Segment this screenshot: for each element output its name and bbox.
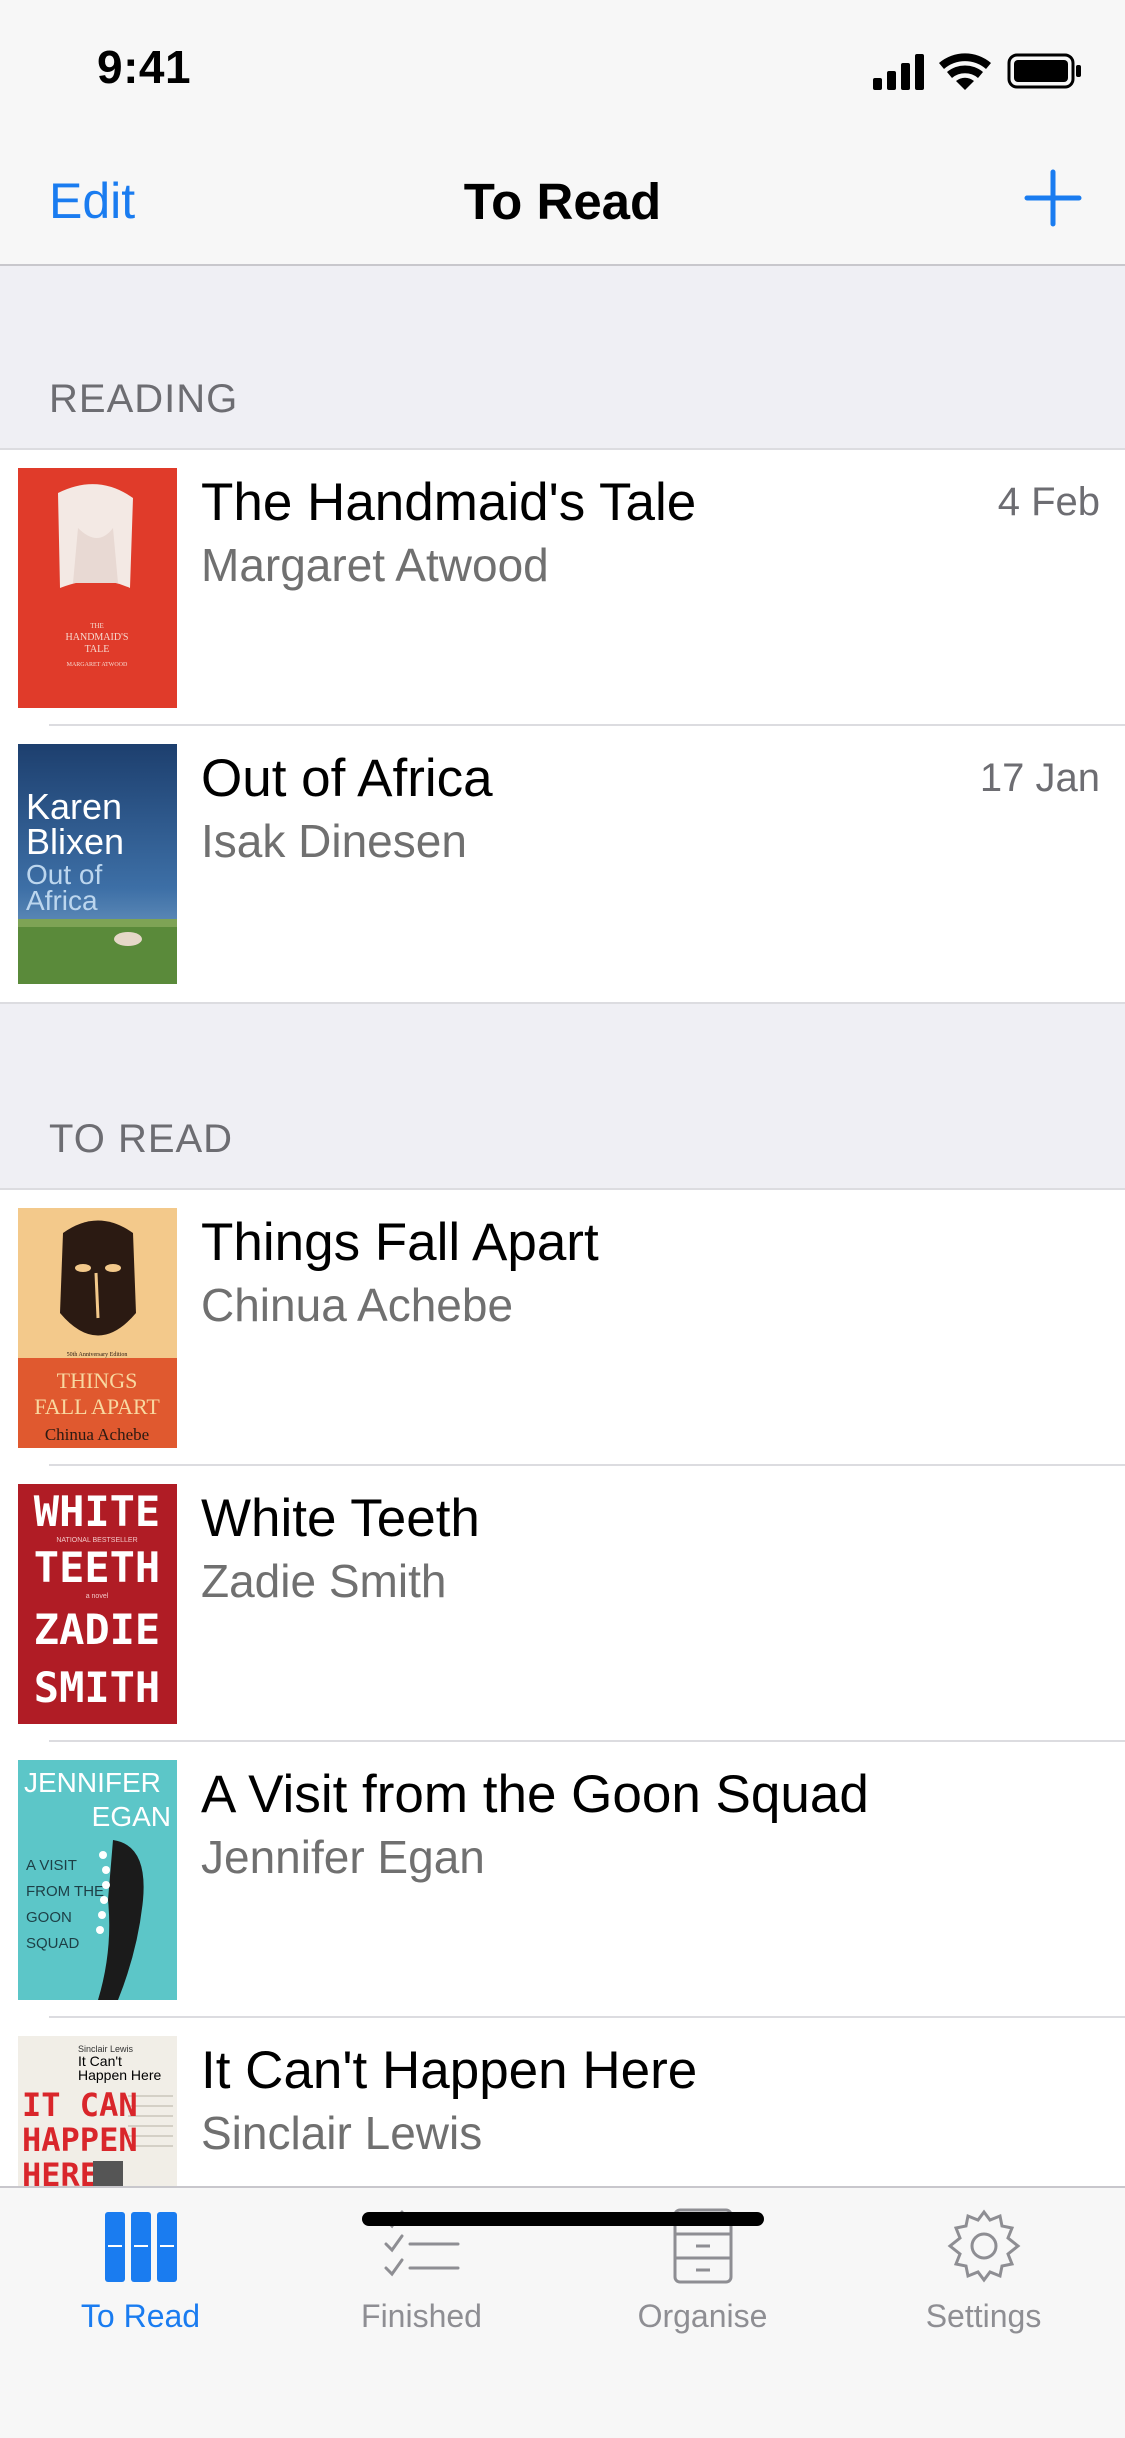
svg-text:ZADIE: ZADIE xyxy=(34,1605,160,1654)
svg-text:FALL APART: FALL APART xyxy=(34,1394,160,1419)
book-title: Things Fall Apart xyxy=(201,1213,599,1272)
svg-text:JENNIFER: JENNIFER xyxy=(24,1767,161,1798)
svg-text:A VISIT: A VISIT xyxy=(26,1857,77,1874)
svg-text:TEETH: TEETH xyxy=(34,1543,160,1592)
wifi-icon xyxy=(939,53,991,90)
cellular-signal-icon xyxy=(873,54,924,90)
tab-label: To Read xyxy=(80,2298,201,2334)
book-row-out-of-africa[interactable]: Karen Blixen Out of Africa Out of Africa… xyxy=(0,726,1125,1002)
tab-label: Finished xyxy=(361,2298,482,2334)
svg-text:Chinua Achebe: Chinua Achebe xyxy=(45,1425,149,1444)
book-row-it-cant-happen-here[interactable]: Sinclair Lewis It Can't Happen Here IT C… xyxy=(0,2018,1125,2186)
book-date: 17 Jan xyxy=(979,756,1100,800)
tab-settings[interactable]: Settings xyxy=(843,2188,1124,2354)
book-title: It Can't Happen Here xyxy=(201,2041,698,2100)
book-list[interactable]: READING THE HANDMAID'S TALE MARGARET ATW… xyxy=(0,266,1125,2186)
svg-text:FROM THE: FROM THE xyxy=(26,1883,104,1900)
book-title: The Handmaid's Tale xyxy=(201,473,697,532)
plus-icon[interactable] xyxy=(1021,166,1085,230)
home-indicator[interactable] xyxy=(362,2212,764,2226)
book-author: Sinclair Lewis xyxy=(201,2107,483,2159)
svg-text:HANDMAID'S: HANDMAID'S xyxy=(66,632,129,643)
book-row-goon-squad[interactable]: JENNIFER EGAN A VISIT FROM THE GOON SQUA… xyxy=(0,1742,1125,2018)
navigation-bar: Edit To Read xyxy=(0,132,1125,266)
gear-icon xyxy=(947,2209,1020,2283)
book-title: Out of Africa xyxy=(201,749,493,808)
tab-label: Organise xyxy=(637,2298,768,2334)
svg-text:SQUAD: SQUAD xyxy=(26,1935,80,1952)
book-author: Margaret Atwood xyxy=(201,539,549,591)
svg-text:GOON: GOON xyxy=(26,1909,72,1926)
book-cover: JENNIFER EGAN A VISIT FROM THE GOON SQUA… xyxy=(18,1760,177,2000)
svg-text:HERE: HERE xyxy=(22,2156,99,2186)
svg-text:EGAN: EGAN xyxy=(92,1801,171,1832)
svg-text:a novel: a novel xyxy=(86,1593,109,1600)
book-row-handmaids-tale[interactable]: THE HANDMAID'S TALE MARGARET ATWOOD The … xyxy=(0,450,1125,726)
page-title: To Read xyxy=(463,173,662,230)
svg-text:MARGARET ATWOOD: MARGARET ATWOOD xyxy=(67,662,128,668)
svg-text:TALE: TALE xyxy=(85,644,110,655)
book-row-things-fall-apart[interactable]: 50th Anniversary Edition THINGS FALL APA… xyxy=(0,1190,1125,1466)
book-cover: 50th Anniversary Edition THINGS FALL APA… xyxy=(18,1208,177,1448)
section-header-label: TO READ xyxy=(49,1117,234,1161)
tab-label: Settings xyxy=(925,2298,1042,2334)
book-title: White Teeth xyxy=(201,1489,480,1548)
svg-text:Africa: Africa xyxy=(26,885,98,916)
svg-text:50th Anniversary Edition: 50th Anniversary Edition xyxy=(67,1352,128,1358)
status-icons xyxy=(873,53,1081,90)
tab-to-read[interactable]: To Read xyxy=(0,2188,281,2354)
section-header-reading: READING xyxy=(0,266,1125,450)
battery-icon xyxy=(1007,53,1081,89)
books-icon xyxy=(104,2212,177,2282)
book-cover: Sinclair Lewis It Can't Happen Here IT C… xyxy=(18,2036,177,2186)
book-row-white-teeth[interactable]: WHITE NATIONAL BESTSELLER TEETH a novel … xyxy=(0,1466,1125,1742)
book-title: A Visit from the Goon Squad xyxy=(201,1765,869,1824)
svg-text:THINGS: THINGS xyxy=(57,1368,138,1393)
book-author: Chinua Achebe xyxy=(201,1279,514,1331)
status-time: 9:41 xyxy=(97,41,192,93)
book-author: Zadie Smith xyxy=(201,1555,447,1607)
book-date: 4 Feb xyxy=(997,480,1100,524)
book-cover: THE HANDMAID'S TALE MARGARET ATWOOD xyxy=(18,468,177,708)
book-author: Jennifer Egan xyxy=(201,1831,485,1883)
svg-text:THE: THE xyxy=(90,622,104,630)
section-header-label: READING xyxy=(49,377,239,421)
book-cover: WHITE NATIONAL BESTSELLER TEETH a novel … xyxy=(18,1484,177,1724)
book-author: Isak Dinesen xyxy=(201,815,467,867)
svg-text:IT CAN: IT CAN xyxy=(22,2086,138,2124)
svg-text:HAPPEN: HAPPEN xyxy=(22,2121,138,2159)
status-bar: 9:41 xyxy=(0,0,1125,132)
book-cover: Karen Blixen Out of Africa xyxy=(18,744,177,984)
svg-text:SMITH: SMITH xyxy=(34,1663,160,1712)
section-header-to-read: TO READ xyxy=(0,1002,1125,1190)
svg-text:Blixen: Blixen xyxy=(26,821,124,862)
svg-text:Happen Here: Happen Here xyxy=(78,2067,161,2083)
svg-text:WHITE: WHITE xyxy=(34,1487,160,1536)
